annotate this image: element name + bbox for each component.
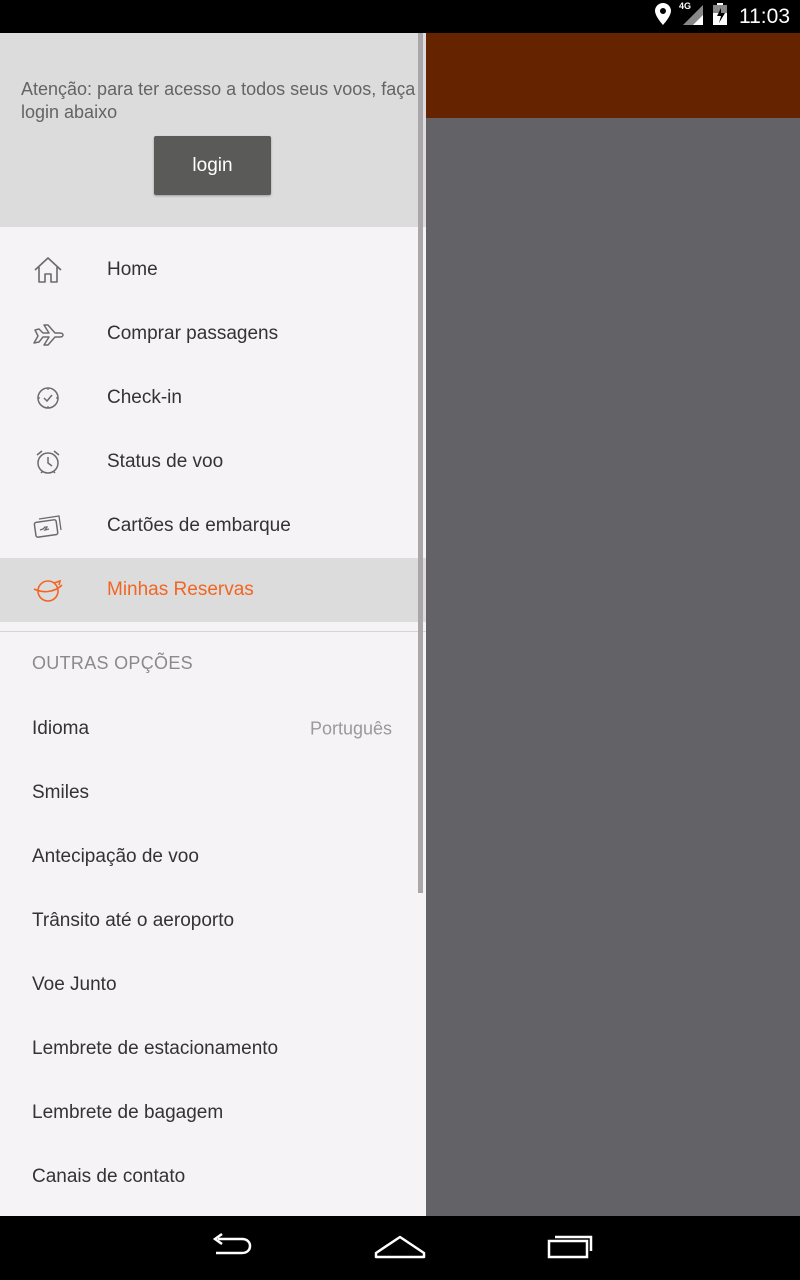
- back-icon: [206, 1231, 254, 1266]
- drawer-header: Atenção: para ter acesso a todos seus vo…: [0, 33, 426, 227]
- menu-item-comprar-passagens[interactable]: Comprar passagens: [0, 302, 426, 366]
- section-title: OUTRAS OPÇÕES: [32, 653, 193, 673]
- home-icon: [32, 254, 64, 286]
- home-button[interactable]: [370, 1228, 430, 1268]
- option-lembrete-de-bagagem[interactable]: Lembrete de bagagem: [0, 1081, 426, 1145]
- login-button[interactable]: login: [154, 136, 271, 195]
- menu-item-label: Cartões de embarque: [107, 515, 291, 536]
- menu-item-label: Home: [107, 259, 158, 280]
- home-nav-icon: [373, 1231, 427, 1266]
- signal-icon: 4G: [679, 1, 705, 30]
- option-label: Smiles: [32, 782, 90, 803]
- login-notice: Atenção: para ter acesso a todos seus vo…: [21, 79, 416, 122]
- location-icon: [655, 3, 671, 30]
- navigation-drawer: Atenção: para ter acesso a todos seus vo…: [0, 33, 426, 1216]
- back-button[interactable]: [200, 1228, 260, 1268]
- alarm-clock-icon: [32, 446, 64, 478]
- option-canais-de-contato[interactable]: Canais de contato: [0, 1145, 426, 1209]
- option-label: Trânsito até o aeroporto: [32, 910, 235, 931]
- option-idioma[interactable]: Idioma Português: [0, 697, 426, 761]
- clock-check-icon: [32, 382, 64, 414]
- option-lembrete-de-estacionamento[interactable]: Lembrete de estacionamento: [0, 1017, 426, 1081]
- menu-item-status-de-voo[interactable]: Status de voo: [0, 430, 426, 494]
- recent-apps-icon: [545, 1231, 595, 1266]
- menu-item-label: Status de voo: [107, 451, 224, 472]
- drawer-scrollbar[interactable]: [418, 33, 423, 893]
- status-icons: 4G 11:03: [655, 0, 790, 33]
- menu-item-label: Minhas Reservas: [107, 579, 254, 600]
- option-antecipacao-de-voo[interactable]: Antecipação de voo: [0, 825, 426, 889]
- airplane-icon: [32, 318, 64, 350]
- option-label: Voe Junto: [32, 974, 117, 995]
- menu-item-home[interactable]: Home: [0, 238, 426, 302]
- status-bar: 4G 11:03: [0, 0, 800, 33]
- option-label: Canais de contato: [32, 1166, 186, 1187]
- menu-item-cartoes-de-embarque[interactable]: Cartões de embarque: [0, 494, 426, 558]
- clock: 11:03: [739, 4, 790, 28]
- option-label: Lembrete de bagagem: [32, 1102, 224, 1123]
- option-label: Idioma: [32, 718, 90, 739]
- option-label: Antecipação de voo: [32, 846, 199, 867]
- option-voe-junto[interactable]: Voe Junto: [0, 953, 426, 1017]
- menu-item-label: Comprar passagens: [107, 323, 279, 344]
- section-divider: [0, 631, 426, 632]
- option-value: Português: [309, 718, 392, 739]
- option-label: Lembrete de estacionamento: [32, 1038, 279, 1059]
- option-smiles[interactable]: Smiles: [0, 761, 426, 825]
- menu-item-check-in[interactable]: Check-in: [0, 366, 426, 430]
- battery-icon: [713, 3, 727, 30]
- menu-item-minhas-reservas[interactable]: Minhas Reservas: [0, 558, 426, 622]
- globe-plane-icon: [32, 574, 64, 606]
- system-nav-bar: [0, 1216, 800, 1280]
- recent-apps-button[interactable]: [540, 1228, 600, 1268]
- menu-item-label: Check-in: [107, 387, 182, 408]
- option-transito-ate-o-aeroporto[interactable]: Trânsito até o aeroporto: [0, 889, 426, 953]
- app-bar: [426, 33, 800, 118]
- boarding-pass-icon: [32, 510, 64, 542]
- network-type-label: 4G: [679, 1, 692, 11]
